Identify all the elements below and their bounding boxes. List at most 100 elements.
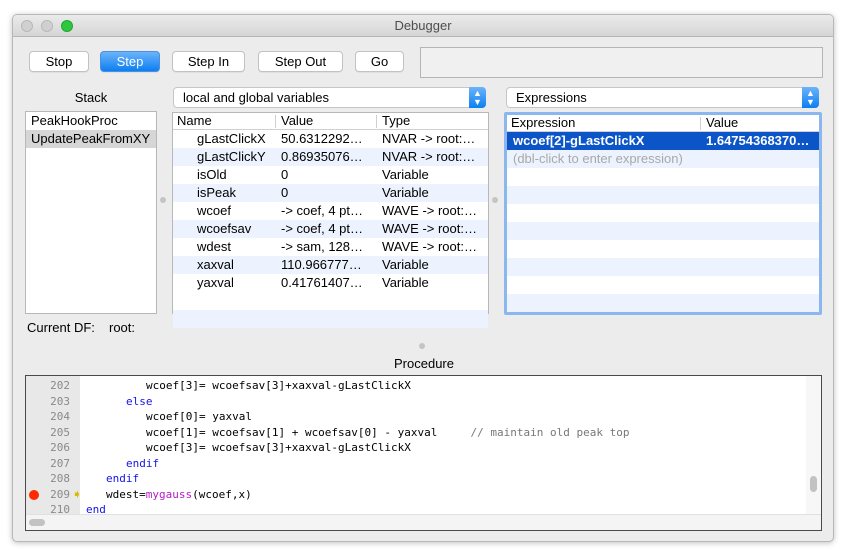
variable-value: 50.6312292…: [281, 131, 363, 146]
splitter-handle[interactable]: [160, 197, 166, 203]
variable-name: wcoef: [197, 203, 231, 218]
message-field: [420, 47, 823, 78]
variable-value: -> coef, 4 pt…: [281, 221, 364, 236]
line-number[interactable]: 203: [46, 394, 70, 410]
variables-table[interactable]: Name Value Type gLastClickX 50.6312292… NV…: [172, 112, 489, 328]
zoom-button[interactable]: [61, 20, 73, 32]
code-line[interactable]: 205 wcoef[1]= wcoefsav[1] + wcoefsav[0] -…: [26, 425, 806, 441]
variable-row[interactable]: wcoefsav -> coef, 4 pt… WAVE -> root:…: [173, 220, 488, 238]
code-line[interactable]: 206 wcoef[3]= wcoefsav[3]+xaxval-gLastCli…: [26, 440, 806, 456]
variable-type: NVAR -> root:…: [382, 131, 476, 146]
line-number[interactable]: 204: [46, 409, 70, 425]
current-df-label: Current DF:: [27, 320, 95, 335]
col-expression[interactable]: Expression: [511, 115, 575, 131]
stop-button[interactable]: Stop: [29, 51, 89, 72]
variable-row[interactable]: isPeak 0 Variable: [173, 184, 488, 202]
scroll-thumb[interactable]: [810, 476, 817, 492]
empty-row: [507, 258, 819, 276]
line-number[interactable]: 206: [46, 440, 70, 456]
expression-row-selected[interactable]: wcoef[2]-gLastClickX 1.64754368370…: [507, 132, 819, 150]
stack-item[interactable]: PeakHookProc: [26, 112, 156, 130]
variable-type: Variable: [382, 167, 429, 182]
code-line[interactable]: 202 wcoef[3]= wcoefsav[3]+xaxval-gLastCli…: [26, 378, 806, 394]
stack-label: Stack: [74, 90, 108, 105]
variable-name: gLastClickX: [197, 131, 266, 146]
code-token: wcoef[1]= wcoefsav[1] + wcoefsav[0] - ya…: [146, 425, 471, 439]
variable-value: -> coef, 4 pt…: [281, 203, 364, 218]
expression-placeholder-row[interactable]: (dbl-click to enter expression): [507, 150, 819, 168]
code-line[interactable]: 209 ➧ wdest=mygauss(wcoef,x): [26, 487, 806, 503]
variable-type: Variable: [382, 275, 429, 290]
col-value[interactable]: Value: [281, 113, 313, 129]
stack-item-selected[interactable]: UpdatePeakFromXY: [26, 130, 156, 148]
window-title: Debugger: [394, 18, 452, 33]
variable-name: wcoefsav: [197, 221, 252, 236]
breakpoint-icon[interactable]: [29, 489, 39, 500]
expressions-popup[interactable]: Expressions ▲ ▼: [506, 87, 819, 108]
procedure-editor[interactable]: 202 wcoef[3]= wcoefsav[3]+xaxval-gLastCli…: [25, 375, 822, 531]
code-token: (wcoef,x): [192, 487, 252, 501]
line-number[interactable]: 208: [46, 471, 70, 487]
line-number[interactable]: 209: [46, 487, 70, 503]
step-out-button[interactable]: Step Out: [258, 51, 343, 72]
code-token: else: [126, 394, 153, 408]
code-line[interactable]: 208 endif: [26, 471, 806, 487]
close-button[interactable]: [21, 20, 33, 32]
horizontal-scrollbar[interactable]: [26, 514, 821, 530]
code-text: else: [126, 394, 153, 410]
step-button[interactable]: Step: [100, 51, 160, 72]
code-line[interactable]: 207 endif: [26, 456, 806, 472]
splitter-handle[interactable]: [419, 343, 425, 349]
variable-row[interactable]: yaxval 0.41761407… Variable: [173, 274, 488, 292]
variable-type: Variable: [382, 185, 429, 200]
code-token: mygauss: [145, 487, 193, 501]
expressions-popup-label: Expressions: [516, 90, 587, 105]
empty-row: [507, 204, 819, 222]
code-text: endif: [126, 456, 159, 472]
expression-cell: wcoef[2]-gLastClickX: [513, 133, 645, 148]
col-name[interactable]: Name: [177, 113, 212, 129]
code-token: endif: [126, 456, 160, 470]
code-text: wcoef[0]= yaxval: [146, 409, 252, 425]
chevron-updown-icon: ▲ ▼: [469, 87, 486, 108]
step-in-button[interactable]: Step In: [172, 51, 245, 72]
go-button[interactable]: Go: [355, 51, 404, 72]
variable-value: 0: [281, 185, 289, 200]
variable-row[interactable]: wdest -> sam, 128… WAVE -> root:…: [173, 238, 488, 256]
stack-list[interactable]: PeakHookProc UpdatePeakFromXY: [25, 111, 157, 314]
variables-popup[interactable]: local and global variables ▲ ▼: [173, 87, 486, 108]
minimize-button[interactable]: [41, 20, 53, 32]
code-text: wcoef[3]= wcoefsav[3]+xaxval-gLastClickX: [146, 378, 411, 394]
variable-name: yaxval: [197, 275, 234, 290]
variable-value: 110.966777…: [281, 257, 362, 272]
code-line[interactable]: 204 wcoef[0]= yaxval: [26, 409, 806, 425]
variable-row[interactable]: gLastClickY 0.86935076… NVAR -> root:…: [173, 148, 488, 166]
col-value[interactable]: Value: [706, 115, 738, 131]
line-number[interactable]: 202: [46, 378, 70, 394]
expression-value-cell: 1.64754368370…: [706, 133, 810, 148]
title-bar: Debugger: [13, 15, 833, 37]
expressions-table[interactable]: Expression Value wcoef[2]-gLastClickX 1.…: [504, 112, 822, 315]
code-token: wdest=: [106, 487, 146, 501]
col-type[interactable]: Type: [382, 113, 410, 129]
variable-row[interactable]: gLastClickX 50.6312292… NVAR -> root:…: [173, 130, 488, 148]
vertical-scrollbar[interactable]: [806, 376, 821, 514]
procedure-label: Procedure: [394, 356, 454, 371]
line-number[interactable]: 205: [46, 425, 70, 441]
variable-type: WAVE -> root:…: [382, 221, 477, 236]
splitter-handle[interactable]: [492, 197, 498, 203]
variable-row[interactable]: isOld 0 Variable: [173, 166, 488, 184]
variable-name: isPeak: [197, 185, 237, 200]
variable-row[interactable]: xaxval 110.966777… Variable: [173, 256, 488, 274]
variable-type: WAVE -> root:…: [382, 203, 477, 218]
code-line[interactable]: 203 else: [26, 394, 806, 410]
variable-row[interactable]: wcoef -> coef, 4 pt… WAVE -> root:…: [173, 202, 488, 220]
variables-header: Name Value Type: [173, 113, 488, 130]
scroll-thumb[interactable]: [29, 519, 45, 526]
code-token: wcoef[3]= wcoefsav[3]+xaxval-gLastClickX: [146, 379, 411, 392]
empty-row: [507, 276, 819, 294]
line-number[interactable]: 207: [46, 456, 70, 472]
expressions-header: Expression Value: [507, 115, 819, 132]
empty-row: [173, 310, 488, 328]
variable-name: xaxval: [197, 257, 234, 272]
